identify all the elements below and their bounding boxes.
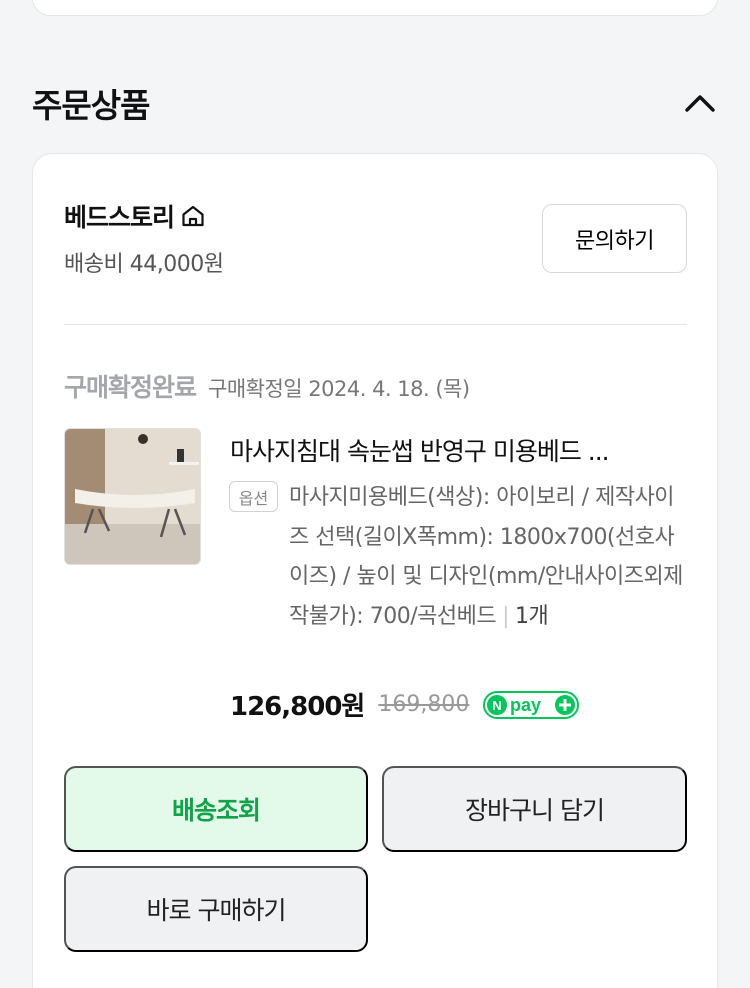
status-label: 구매확정완료 <box>64 373 197 402</box>
add-to-cart-button[interactable]: 장바구니 담기 <box>382 766 687 852</box>
chevron-up-icon <box>685 95 715 112</box>
section-header: 주문상품 <box>32 78 722 128</box>
quantity: 1개 <box>515 603 549 629</box>
option-badge: 옵션 <box>229 481 278 512</box>
option-details: 마사지미용베드(색상): 아이보리 / 제작사이즈 선택(길이X폭mm): 18… <box>289 485 683 629</box>
store-home-icon <box>182 205 204 227</box>
svg-text:N: N <box>493 698 502 713</box>
npay-label: pay <box>510 695 541 715</box>
price-row: 126,800원 169,800 N pay <box>230 686 580 723</box>
divider <box>64 324 687 325</box>
previous-card <box>32 0 718 16</box>
quantity-separator: | <box>502 603 509 629</box>
product-title[interactable]: 마사지침대 속눈썹 반영구 미용베드 ... <box>230 432 690 468</box>
collapse-button[interactable] <box>678 81 722 125</box>
inquiry-button[interactable]: 문의하기 <box>542 204 687 273</box>
order-item-card: 베드스토리 배송비 44,000원 문의하기 구매확정완료 구매확정일 2024… <box>32 153 718 988</box>
section-title: 주문상품 <box>32 86 150 125</box>
product-thumbnail[interactable] <box>64 428 201 565</box>
seller-name: 베드스토리 <box>64 203 175 232</box>
npay-plus-icon: N pay <box>483 690 580 719</box>
sale-price: 126,800원 <box>230 692 365 722</box>
original-price: 169,800 <box>378 692 470 717</box>
confirm-date: 구매확정일 2024. 4. 18. (목) <box>208 377 470 401</box>
order-status: 구매확정완료 구매확정일 2024. 4. 18. (목) <box>64 368 470 404</box>
product-image <box>65 429 200 564</box>
track-delivery-button[interactable]: 배송조회 <box>64 766 368 852</box>
product-options: 마사지미용베드(색상): 아이보리 / 제작사이즈 선택(길이X폭mm): 18… <box>289 478 689 636</box>
buy-now-button[interactable]: 바로 구매하기 <box>64 866 368 952</box>
